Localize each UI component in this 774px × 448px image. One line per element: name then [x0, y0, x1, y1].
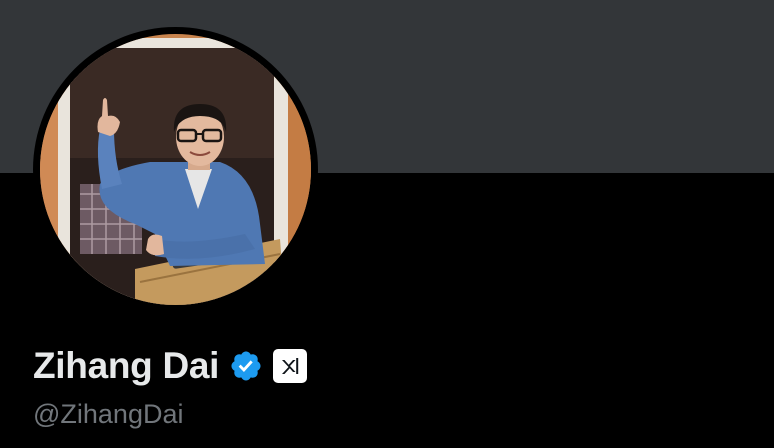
verified-badge-icon[interactable]: [229, 349, 263, 383]
profile-header: Zihang Dai @ZihangDai: [0, 0, 774, 448]
user-handle: @ZihangDai: [33, 399, 184, 429]
avatar-frame: [33, 27, 318, 312]
name-row: Zihang Dai: [33, 344, 308, 388]
avatar[interactable]: [40, 34, 311, 305]
display-name: Zihang Dai: [33, 345, 220, 386]
avatar-photo: [40, 34, 311, 305]
xai-logo-icon[interactable]: [273, 349, 308, 383]
